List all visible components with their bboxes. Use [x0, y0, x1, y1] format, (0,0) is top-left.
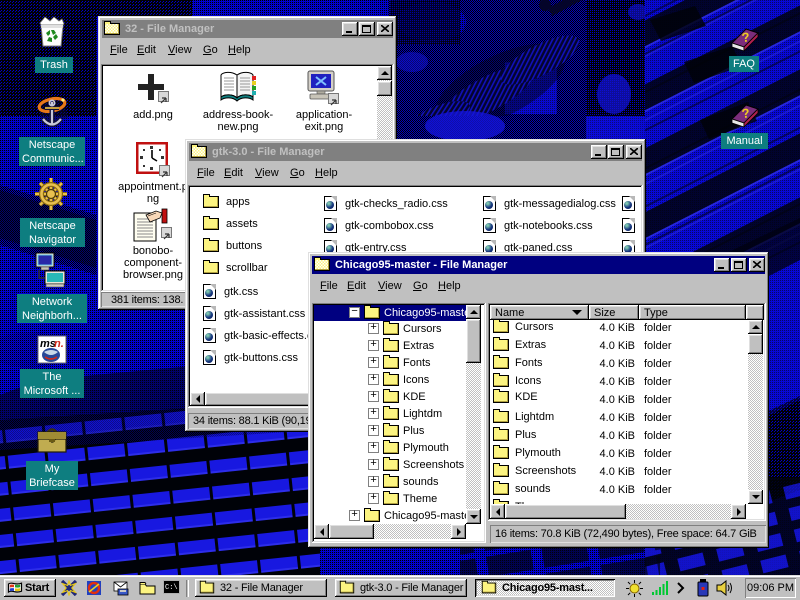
svg-text:C:\: C:\	[165, 584, 178, 592]
svg-text:n.: n.	[54, 338, 64, 350]
